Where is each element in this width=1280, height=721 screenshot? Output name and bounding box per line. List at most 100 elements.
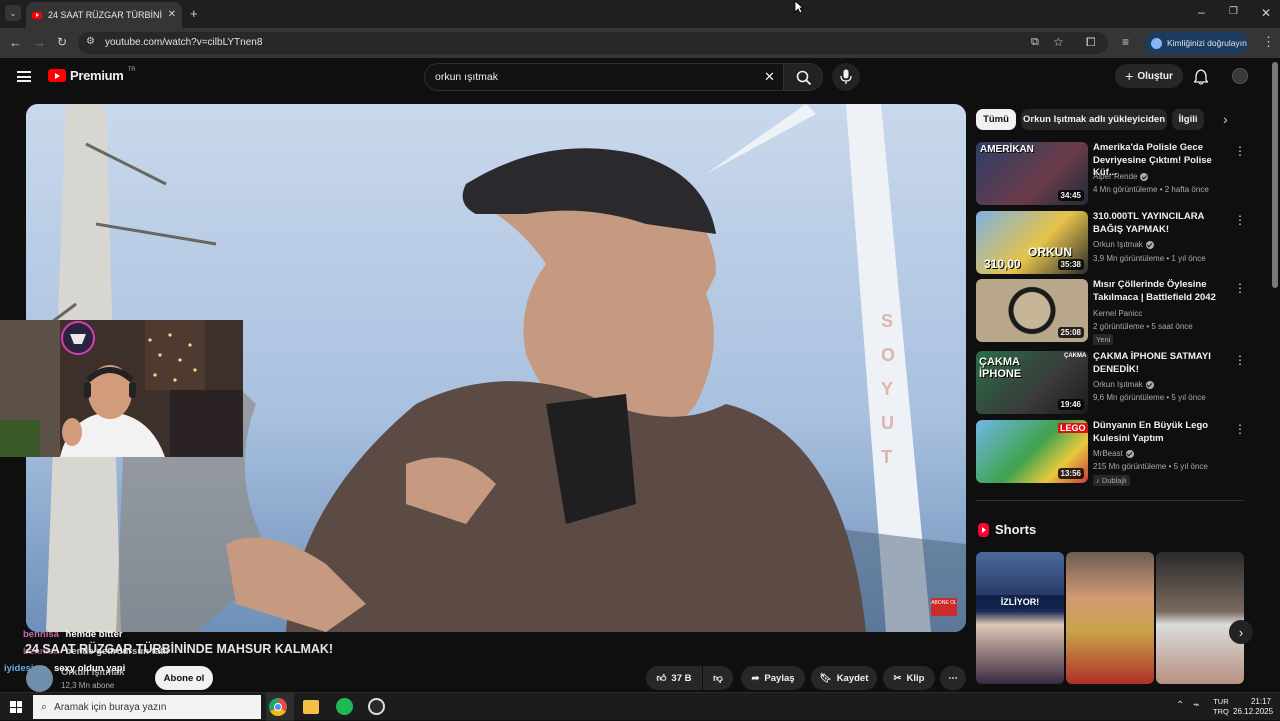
- account-avatar[interactable]: [1232, 68, 1248, 84]
- browser-tab-active[interactable]: 24 SAAT RÜZGAR TÜRBİNİNDE ✕: [26, 2, 182, 28]
- new-badge: Yeni: [1093, 334, 1114, 345]
- youtube-logo-icon: [48, 69, 66, 82]
- recommended-video[interactable]: ÇAKMA İPHONE ÇAKMA 19:46 ÇAKMA İPHONE SA…: [976, 351, 1246, 415]
- notifications-bell-icon[interactable]: [1194, 69, 1208, 85]
- video-thumbnail: ORKUN 310,00 35:38: [976, 211, 1088, 274]
- short-card[interactable]: [1066, 552, 1154, 684]
- network-icon[interactable]: ⌁: [1193, 700, 1200, 711]
- subscribe-button[interactable]: Abone ol: [155, 666, 213, 690]
- chip-from-uploader[interactable]: Orkun Işıtmak adlı yükleyiciden: [1021, 109, 1167, 130]
- url-text: youtube.com/watch?v=cilbLYTnen8: [105, 37, 263, 48]
- short-overlay-text: İZLİYOR!: [976, 595, 1064, 609]
- spotify-icon[interactable]: [336, 698, 353, 715]
- chevron-right-icon[interactable]: ›: [1223, 112, 1228, 126]
- media-controls-icon[interactable]: ≡: [1122, 36, 1129, 48]
- subscribe-watermark[interactable]: ABONE OL: [931, 598, 957, 616]
- identity-verify-button[interactable]: Kimliğinizi doğrulayın: [1145, 32, 1249, 54]
- identity-label: Kimliğinizi doğrulayın: [1167, 38, 1247, 48]
- video-title: 310.000TL YAYINCILARA BAĞIŞ YAPMAK!: [1093, 211, 1205, 235]
- video-meta: 3,9 Mn görüntüleme • 1 yıl önce: [1093, 254, 1206, 263]
- youtube-favicon-icon: [32, 11, 42, 19]
- clip-button[interactable]: ✂ Klip: [883, 666, 935, 690]
- voice-search-button[interactable]: [832, 63, 860, 91]
- search-input-value: orkun ışıtmak: [435, 71, 499, 83]
- verified-icon: [1145, 240, 1154, 249]
- verified-icon: [1125, 449, 1134, 458]
- search-button[interactable]: [783, 63, 823, 91]
- window-minimize-icon[interactable]: –: [1198, 6, 1205, 18]
- identity-icon: [1151, 37, 1162, 49]
- recommended-video[interactable]: AMERİKAN 34:45 Amerika'da Polisle Gece D…: [976, 142, 1246, 206]
- browser-menu-icon[interactable]: ⋮: [1262, 35, 1275, 48]
- video-duration: 13:56: [1057, 468, 1084, 479]
- thumbs-down-icon: 👎︎: [713, 673, 723, 684]
- taskbar-search-placeholder: Aramak için buraya yazın: [54, 701, 167, 713]
- more-horizontal-icon: ⋯: [948, 672, 958, 684]
- tab-close-icon[interactable]: ✕: [168, 10, 176, 20]
- plus-icon: +: [1125, 68, 1134, 84]
- tray-chevron-icon[interactable]: ⌃: [1176, 701, 1184, 711]
- video-duration: 19:46: [1057, 399, 1084, 410]
- more-vert-icon[interactable]: ⋮: [1234, 213, 1246, 227]
- site-info-icon[interactable]: ⚙: [86, 37, 95, 47]
- clear-search-icon[interactable]: ✕: [764, 69, 775, 85]
- hamburger-menu-icon[interactable]: [17, 71, 31, 82]
- scissors-icon: ✂: [893, 672, 902, 684]
- channel-name: Orkun Işıtmak: [1093, 380, 1154, 389]
- more-vert-icon[interactable]: ⋮: [1234, 353, 1246, 367]
- window-restore-icon[interactable]: ❐: [1229, 7, 1238, 17]
- short-card[interactable]: İZLİYOR!: [976, 552, 1064, 684]
- extensions-icon[interactable]: ⧠: [1086, 36, 1096, 48]
- video-thumbnail: ÇAKMA İPHONE ÇAKMA 19:46: [976, 351, 1088, 414]
- window-close-icon[interactable]: ✕: [1261, 7, 1271, 19]
- shorts-next-button[interactable]: ›: [1229, 620, 1253, 644]
- install-app-icon[interactable]: ⧉: [1031, 37, 1039, 48]
- active-app-indicator: [266, 693, 294, 721]
- bookmark-star-icon[interactable]: ☆: [1053, 36, 1064, 48]
- page-scrollbar[interactable]: [1272, 62, 1278, 288]
- shorts-header: Shorts: [978, 522, 1036, 537]
- youtube-premium-logo[interactable]: Premium TR: [48, 67, 136, 83]
- chip-related[interactable]: İlgili: [1172, 109, 1204, 130]
- channel-avatar[interactable]: [26, 665, 53, 692]
- taskbar-search-input[interactable]: ⌕ Aramak için buraya yazın: [33, 695, 261, 719]
- file-explorer-icon[interactable]: [303, 700, 319, 714]
- chip-all[interactable]: Tümü: [976, 109, 1016, 130]
- language-indicator[interactable]: TUR TRQ: [1213, 697, 1229, 717]
- new-tab-icon[interactable]: +: [190, 7, 198, 20]
- recommended-video[interactable]: 25:08 Mısır Çöllerinde Öylesine Takılmac…: [976, 279, 1246, 345]
- windows-taskbar: ⌕ Aramak için buraya yazın ⌃ ⌁ TUR TRQ 2…: [0, 692, 1280, 721]
- obs-icon[interactable]: [368, 698, 385, 715]
- forward-arrow-icon[interactable]: →: [33, 36, 46, 49]
- video-meta: 9,6 Mn görüntüleme • 5 yıl önce: [1093, 393, 1206, 402]
- video-thumbnail: LEGO 13:56: [976, 420, 1088, 483]
- save-button[interactable]: 🔖︎ Kaydet: [811, 666, 877, 690]
- video-title: Dünyanın En Büyük Lego Kulesini Yaptım: [1093, 420, 1209, 444]
- short-card[interactable]: [1156, 552, 1244, 684]
- more-vert-icon[interactable]: ⋮: [1234, 281, 1246, 295]
- more-actions-button[interactable]: ⋯: [940, 666, 966, 690]
- webcam-image: [0, 320, 243, 457]
- back-arrow-icon[interactable]: ←: [9, 36, 22, 49]
- dislike-button[interactable]: 👎︎: [703, 666, 733, 690]
- windows-start-icon[interactable]: [10, 701, 22, 713]
- recommended-video[interactable]: LEGO 13:56 Dünyanın En Büyük Lego Kulesi…: [976, 420, 1246, 486]
- video-meta: 215 Mn görüntüleme • 5 yıl önce: [1093, 462, 1208, 471]
- subscriber-count: 12,3 Mn abone: [61, 681, 115, 690]
- video-thumbnail: AMERİKAN 34:45: [976, 142, 1088, 205]
- like-button[interactable]: 👍︎ 37 B: [646, 666, 702, 690]
- address-bar[interactable]: ⚙ youtube.com/watch?v=cilbLYTnen8 ⧉ ☆: [78, 32, 1108, 54]
- more-vert-icon[interactable]: ⋮: [1234, 422, 1246, 436]
- channel-name[interactable]: Orkun Işıtmak: [61, 667, 124, 678]
- tab-list-menu-icon[interactable]: ⌄: [5, 5, 21, 21]
- shorts-title: Shorts: [995, 522, 1037, 537]
- video-duration: 34:45: [1057, 190, 1084, 201]
- create-button[interactable]: + Oluştur: [1115, 64, 1183, 88]
- search-input[interactable]: orkun ışıtmak ✕: [424, 63, 788, 91]
- share-button[interactable]: ➦ Paylaş: [741, 666, 805, 690]
- shorts-logo-icon: [978, 522, 989, 537]
- reload-icon[interactable]: ↻: [57, 36, 67, 48]
- recommended-video[interactable]: ORKUN 310,00 35:38 310.000TL YAYINCILARA…: [976, 211, 1246, 275]
- more-vert-icon[interactable]: ⋮: [1234, 144, 1246, 158]
- clock[interactable]: 21:17 26.12.2025: [1233, 697, 1273, 717]
